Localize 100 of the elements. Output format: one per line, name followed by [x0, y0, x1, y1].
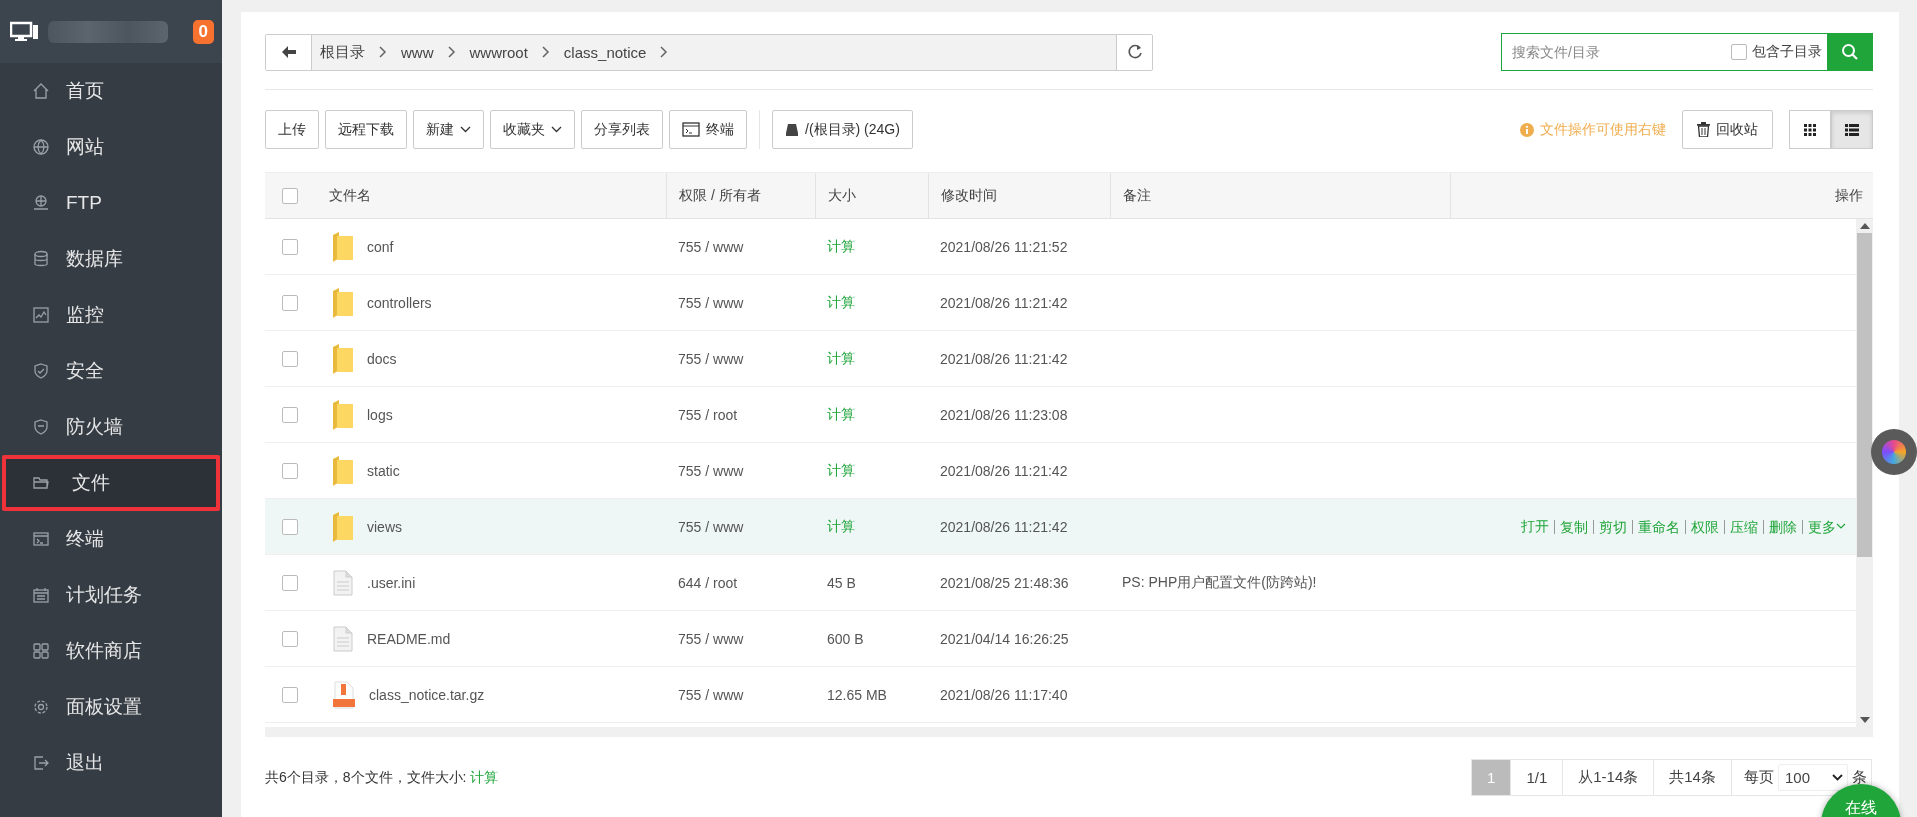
- toolbar-button[interactable]: /(根目录) (24G): [772, 110, 913, 149]
- scrollbar[interactable]: [1856, 219, 1873, 727]
- column-header[interactable]: 权限 / 所有者: [666, 173, 815, 218]
- total-count: 共14条: [1653, 760, 1731, 795]
- caret-icon: [551, 126, 562, 133]
- grid-view-button[interactable]: [1789, 110, 1831, 149]
- scroll-up-icon[interactable]: [1859, 223, 1870, 229]
- breadcrumb-link[interactable]: class_notice: [563, 43, 647, 61]
- calendar-icon: [32, 586, 50, 604]
- breadcrumb-link[interactable]: 根目录: [320, 42, 365, 62]
- row-checkbox[interactable]: [282, 630, 298, 647]
- column-header[interactable]: 备注: [1110, 173, 1450, 218]
- file-name[interactable]: views: [367, 518, 402, 535]
- refresh-button[interactable]: [1116, 34, 1152, 70]
- toolbar-button[interactable]: 收藏夹: [490, 110, 575, 149]
- folder-icon: [333, 287, 353, 318]
- grid-icon: [32, 642, 50, 660]
- permission-cell-text: 755 / www: [677, 238, 745, 255]
- refresh-icon: [1126, 44, 1143, 60]
- size-cell-text: 12.65 MB: [826, 686, 888, 703]
- scroll-down-icon[interactable]: [1859, 717, 1870, 723]
- list-icon: [1845, 123, 1859, 136]
- modified-time-cell-text: 2021/08/26 11:21:42: [939, 350, 1069, 367]
- select-all-checkbox[interactable]: [282, 187, 298, 204]
- search-button[interactable]: [1827, 34, 1872, 70]
- file-name[interactable]: README.md: [367, 630, 451, 647]
- chart-icon: [32, 306, 50, 324]
- info-icon: [1520, 122, 1534, 137]
- permission-cell-text: 755 / www: [677, 686, 745, 703]
- per-page-label: 每页: [1743, 768, 1774, 787]
- toolbar-button[interactable]: 上传: [265, 110, 319, 149]
- file-name[interactable]: static: [367, 462, 400, 479]
- search-box[interactable]: 搜索文件/目录 包含子目录: [1501, 33, 1873, 71]
- note-cell: PS: PHP用户配置文件(防跨站)!: [1122, 573, 1317, 590]
- file-name[interactable]: controllers: [367, 294, 432, 311]
- folder-icon: [333, 455, 353, 486]
- modified-time-cell-text: 2021/04/14 16:26:25: [939, 630, 1070, 647]
- toolbar-button[interactable]: 远程下载: [325, 110, 407, 149]
- folder-icon: [32, 474, 50, 492]
- permission-cell-text: 755 / www: [677, 294, 745, 311]
- modified-time-cell-text: 2021/08/26 11:21:52: [939, 238, 1069, 255]
- home-icon: [32, 82, 50, 100]
- summary-text: 共6个目录，8个文件，文件大小:: [265, 768, 467, 787]
- folder-icon: [333, 399, 353, 430]
- database-icon: [32, 250, 50, 268]
- recycle-bin-button[interactable]: 回收站: [1682, 110, 1773, 149]
- toolbar-button[interactable]: 分享列表: [581, 110, 663, 149]
- modified-time-cell-text: 2021/08/26 11:21:42: [939, 518, 1069, 535]
- row-checkbox[interactable]: [282, 518, 298, 535]
- column-header[interactable]: 修改时间: [928, 173, 1110, 218]
- terminal-icon: [682, 122, 700, 137]
- row-checkbox[interactable]: [282, 686, 298, 703]
- row-checkbox[interactable]: [282, 294, 298, 311]
- hard-drive-icon: [785, 122, 799, 137]
- row-checkbox[interactable]: [282, 462, 298, 479]
- file-name[interactable]: .user.ini: [367, 574, 416, 591]
- folder-icon: [333, 511, 353, 542]
- shield-icon: [32, 418, 50, 436]
- modified-time-cell-text: 2021/08/26 11:23:08: [939, 406, 1069, 423]
- scrollbar-thumb[interactable]: [1857, 233, 1872, 557]
- back-button[interactable]: [266, 34, 312, 70]
- modified-time-cell-text: 2021/08/26 11:21:42: [939, 294, 1069, 311]
- sidebar-item[interactable]: 文件: [2, 455, 220, 511]
- modified-time-cell-text: 2021/08/26 11:17:40: [939, 686, 1069, 703]
- file-name[interactable]: docs: [367, 350, 397, 367]
- floating-assistant-icon[interactable]: [1871, 429, 1917, 475]
- size-cell-text: 45 B: [826, 574, 857, 591]
- folder-icon: [333, 343, 353, 374]
- size-cell-text: 600 B: [826, 630, 865, 647]
- checkbox-label: 包含子目录: [1752, 43, 1822, 61]
- breadcrumb-link[interactable]: www: [401, 43, 434, 61]
- list-view-button[interactable]: [1831, 110, 1873, 149]
- per-page-unit: 条: [1852, 768, 1867, 787]
- modified-time-cell-text: 2021/08/25 21:48:36: [939, 574, 1070, 591]
- toolbar-button[interactable]: 新建: [413, 110, 484, 149]
- permission-cell-text: 755 / www: [677, 518, 745, 535]
- column-header[interactable]: 文件名: [329, 173, 666, 218]
- row-checkbox[interactable]: [282, 238, 298, 255]
- row-checkbox[interactable]: [282, 350, 298, 367]
- hint-text: 文件操作可使用右键: [1540, 120, 1666, 139]
- file-name[interactable]: conf: [367, 238, 394, 255]
- toolbar-button[interactable]: 终端: [669, 110, 747, 149]
- per-page-select[interactable]: 100: [1777, 764, 1848, 791]
- checkbox[interactable]: [1731, 44, 1747, 60]
- file-name[interactable]: logs: [367, 406, 393, 423]
- page-range: 从1-14条: [1562, 760, 1654, 795]
- chevron-right-icon: [660, 46, 669, 58]
- network-globe-icon: [32, 194, 50, 212]
- file-name[interactable]: class_notice.tar.gz: [369, 686, 485, 703]
- breadcrumb-link[interactable]: wwwroot: [469, 43, 528, 61]
- row-checkbox[interactable]: [282, 406, 298, 423]
- permission-cell-text: 644 / root: [677, 574, 739, 591]
- permission-cell-text: 755 / root: [677, 406, 739, 423]
- column-header: 操作: [1450, 173, 1873, 218]
- highlighted-row[interactable]: views 755 / www 计算 2021/08/26 11:21:42 打开 复制 剪切 重命名 权限 压缩 删除 更多: [265, 499, 1856, 555]
- row-checkbox[interactable]: [282, 574, 298, 591]
- chevron-right-icon: [541, 46, 550, 58]
- caret-icon: [1836, 523, 1846, 530]
- computer-icon: [10, 20, 40, 43]
- column-header[interactable]: 大小: [815, 173, 928, 218]
